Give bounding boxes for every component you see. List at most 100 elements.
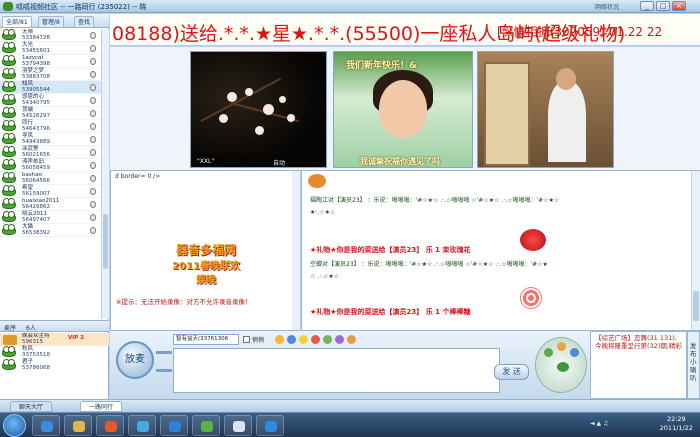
user-row[interactable]: 同行 54643796 (0, 120, 101, 133)
system-tray[interactable]: ◄ ▲ ♫ (590, 420, 608, 427)
color-icon[interactable] (275, 335, 284, 344)
user-row[interactable]: 羽梦之梦 53883708 (0, 68, 101, 81)
poster-line-1: 器音多福网 (175, 243, 236, 257)
sound-icon[interactable] (347, 335, 356, 344)
sidebar-tabs: 全部/81 管理/8 查找 (0, 14, 109, 28)
user-row[interactable]: 涛声依旧 56058459 (0, 159, 101, 172)
clock[interactable]: 22:29 2011/1/22 (660, 415, 693, 433)
network-status[interactable]: 网络状况 (595, 2, 619, 11)
user-row[interactable]: bashao 56064566 (0, 172, 101, 185)
chat-scrollbar-thumb[interactable] (693, 291, 699, 321)
user-id: 54943889 (22, 139, 50, 145)
app-icon (3, 2, 13, 11)
queue-row[interactable]: 晚会众主持 596315 VIP 2 (0, 333, 109, 346)
user-row[interactable]: 希望 56159007 (0, 185, 101, 198)
queue-row[interactable]: 君子 53786068 (0, 359, 109, 372)
camera-icon (90, 123, 96, 130)
mic-queue-list: 晚会众主持 596315 VIP 2 秋风 33753518 君子 53786068 (0, 333, 109, 399)
frog-avatar-icon (2, 120, 16, 131)
tab-search[interactable]: 查找 (74, 16, 95, 27)
gift-icon (308, 174, 326, 188)
taskbar-ie-icon[interactable] (160, 415, 188, 436)
taskbar-folder-icon[interactable] (64, 415, 92, 436)
emoji-icon[interactable] (299, 335, 308, 344)
queue-count: 6人 (26, 325, 36, 332)
message-input[interactable] (173, 348, 500, 393)
chat-line-1: 福陶江对【演员23】 ：乐说：啪啪啪：'#☆★☆ .·.☆啪啪啪 ☆'#☆★☆ … (310, 197, 560, 204)
user-row[interactable]: 1azycat 53794398 (0, 55, 101, 68)
video-icon[interactable] (570, 348, 579, 357)
screenshot-icon[interactable] (335, 335, 344, 344)
taskbar-windows-icon[interactable] (128, 415, 156, 436)
start-icon[interactable] (3, 414, 26, 437)
frog-avatar-icon (2, 68, 16, 79)
minimize-button[interactable]: _ (640, 1, 654, 11)
taskbar-media-icon[interactable] (96, 415, 124, 436)
chat-line-gift-2: ★礼物★你是我的菜送给【演员23】 乐 1 个棒棒糖 (310, 308, 471, 316)
speaker-volume-slider[interactable] (156, 369, 172, 372)
queue-row[interactable]: 秋风 33753518 (0, 346, 109, 359)
user-row[interactable]: 感恩的心 54340795 (0, 94, 101, 107)
chat-panel: 福陶江对【演员23】 ：乐说：啪啪啪：'#☆★☆ .·.☆啪啪啪 ☆'#☆★☆ … (301, 170, 700, 331)
camera-icon (90, 58, 96, 65)
tab-all-users[interactable]: 全部/81 (2, 16, 32, 27)
image-icon[interactable] (323, 335, 332, 344)
camera-icon (90, 227, 96, 234)
frog-avatar-icon (2, 211, 16, 222)
rose-bouquet-icon (520, 229, 546, 251)
user-row[interactable]: huaixiao2011 56429862 (0, 198, 101, 211)
shopping-basket-icon[interactable] (557, 362, 569, 372)
queue-id: 596315 (22, 339, 43, 345)
user-id: 56021656 (22, 152, 50, 158)
settings-icon[interactable] (544, 348, 553, 357)
release-mic-button[interactable]: 放麦 (116, 341, 154, 379)
window-title: 呱呱视频社区 -- 一路同行 (235022) -- 晓 (16, 3, 147, 11)
user-id: 53905544 (22, 87, 50, 93)
user-id: 54340795 (22, 100, 50, 106)
taskbar-browser-icon[interactable] (32, 415, 60, 436)
video-window-2[interactable]: 我们新年快乐！& 我诚挚祝福你遇见了吗 (333, 51, 473, 168)
send-button[interactable]: 发 送 (494, 364, 529, 380)
video-area: "XXL" 自动 我们新年快乐！& 我诚挚祝福你遇见了吗 (110, 47, 700, 170)
user-list-scrollbar[interactable] (101, 29, 109, 319)
user-id: 53883708 (22, 74, 50, 80)
maximize-button[interactable]: □ (656, 1, 670, 11)
frog-avatar-icon (2, 359, 16, 370)
host-avatar (3, 335, 17, 345)
user-row[interactable]: 大猫 56538392 (0, 224, 101, 237)
font-icon[interactable] (287, 335, 296, 344)
user-sidebar: 全部/81 管理/8 查找 无限 53384728 大光 53455601 1azyca… (0, 14, 109, 399)
user-row[interactable]: 大光 53455601 (0, 42, 101, 55)
chat-target-select[interactable]: 智有益天(33761306 (173, 334, 239, 345)
taskbar-app-icon[interactable] (224, 415, 252, 436)
chat-scrollbar[interactable] (691, 171, 700, 330)
user-row[interactable]: 顶端 54528297 (0, 107, 101, 120)
frog-avatar-icon (2, 133, 16, 144)
tab-room[interactable]: 一路同行 (80, 401, 123, 412)
gift-send-icon[interactable] (311, 335, 320, 344)
queue-title: 麦序 (4, 325, 17, 332)
mic-volume-slider[interactable] (156, 351, 172, 354)
taskbar-frog-icon[interactable] (192, 415, 220, 436)
video-window-3[interactable] (477, 51, 614, 168)
user-row[interactable]: 无限 53384728 (0, 29, 101, 42)
taskbar-s-icon[interactable] (256, 415, 284, 436)
camera-icon (90, 188, 96, 195)
user-row[interactable]: 知风 53905544 (0, 81, 101, 94)
panel-scrollbar[interactable] (292, 171, 300, 330)
close-button[interactable]: × (672, 1, 686, 11)
broadcast-panel[interactable]: 发布小喇叭 (687, 331, 700, 399)
user-row[interactable]: 晓云2011 56497407 (0, 211, 101, 224)
user-id: 56429862 (22, 204, 50, 210)
scrollbar-thumb[interactable] (103, 214, 108, 269)
private-chat-checkbox[interactable] (243, 336, 250, 343)
tab-chat-hall[interactable]: 聊天大厅 (10, 401, 53, 412)
camera-icon (90, 175, 96, 182)
clock-date: 2011/1/22 (659, 424, 693, 432)
video-1-caption-right: 自动 (273, 160, 286, 167)
music-icon[interactable] (557, 342, 566, 351)
user-row[interactable]: 涂武警 56021656 (0, 146, 101, 159)
tab-admins[interactable]: 管理/8 (38, 16, 64, 27)
video-window-1[interactable]: "XXL" 自动 (190, 51, 327, 168)
user-row[interactable]: 寻风 54943889 (0, 133, 101, 146)
